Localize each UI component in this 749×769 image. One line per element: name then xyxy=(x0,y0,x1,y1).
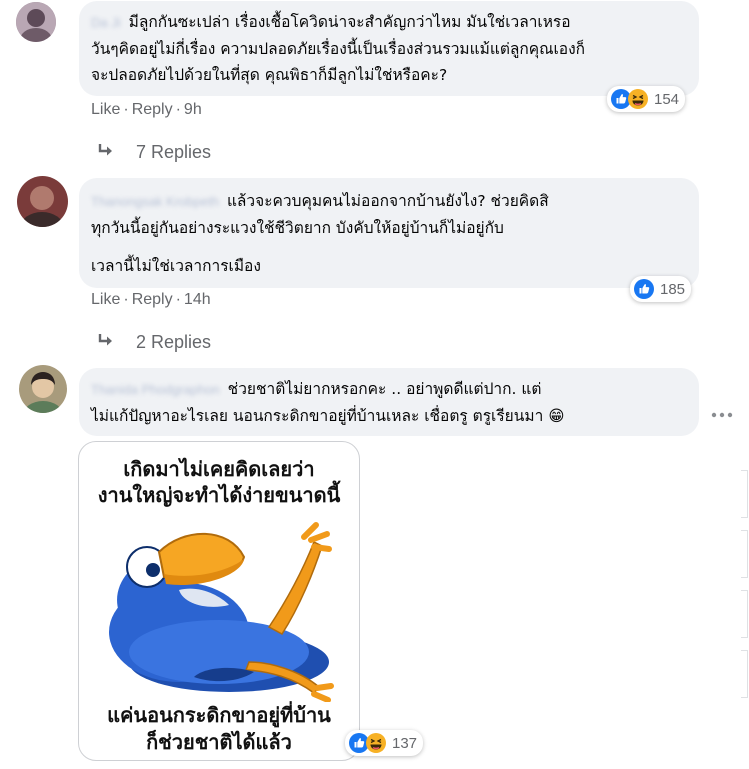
comment-text: เวลานี้ไม่ใช่เวลาการเมือง xyxy=(91,257,261,275)
comment-bubble: Thanongsak Krobpeth แล้วจะควบคุมคนไม่ออกจ… xyxy=(79,178,699,288)
haha-icon xyxy=(628,89,648,109)
grinning-emoji-icon: 😁 xyxy=(548,407,565,425)
reaction-summary[interactable]: 137 xyxy=(345,730,424,756)
reply-arrow-icon xyxy=(96,143,122,164)
like-button[interactable]: Like xyxy=(91,101,120,118)
meme-caption: แค่นอนกระดิกขาอยู่ที่บ้าน xyxy=(107,703,331,727)
like-button[interactable]: Like xyxy=(91,291,120,308)
reaction-count: 154 xyxy=(654,90,680,108)
author-name[interactable]: Thanongsak Krobpeth xyxy=(91,189,219,215)
attached-image[interactable]: เกิดมาไม่เคยคิดเลยว่า งานใหญ่จะทำได้ง่าย… xyxy=(78,441,360,761)
meme-caption: งานใหญ่จะทำได้ง่ายขนาดนี้ xyxy=(97,483,341,507)
replies-label: 2 Replies xyxy=(136,332,212,352)
like-icon xyxy=(634,279,654,299)
timestamp[interactable]: 9h xyxy=(184,101,202,118)
cartoon-bird-icon xyxy=(109,522,334,702)
author-name[interactable]: Thanida Phodgraphon xyxy=(91,377,220,403)
avatar[interactable] xyxy=(17,176,68,227)
right-edge-divider xyxy=(741,590,748,638)
avatar[interactable] xyxy=(16,2,56,42)
comment-bubble: Thanida Phodgraphon ช่วยชาติไม่ยากหรอกคะ … xyxy=(79,368,699,436)
comment-text: ช่วยชาติไม่ยากหรอกคะ .. อย่าพูดดีแต่ปาก.… xyxy=(227,380,542,398)
view-replies-button[interactable]: 2 Replies xyxy=(96,332,211,354)
reaction-count: 137 xyxy=(392,734,418,752)
meme-caption: เกิดมาไม่เคยคิดเลยว่า xyxy=(123,457,315,481)
reaction-summary[interactable]: 154 xyxy=(607,86,686,112)
comment-text: แล้วจะควบคุมคนไม่ออกจากบ้านยังไง? ช่วยคิ… xyxy=(226,192,549,210)
comment-text: จะปลอดภัยไปด้วยในที่สุด คุณพิธาก็มีลูกไม… xyxy=(91,66,448,84)
reply-button[interactable]: Reply xyxy=(132,101,173,118)
right-edge-divider xyxy=(741,650,748,698)
more-options-icon[interactable] xyxy=(711,403,735,422)
meme-caption: ก็ช่วยชาติได้แล้ว xyxy=(146,730,292,754)
reply-button[interactable]: Reply xyxy=(132,291,173,308)
replies-label: 7 Replies xyxy=(136,142,212,162)
right-edge-divider xyxy=(741,530,748,578)
haha-icon xyxy=(366,733,386,753)
timestamp[interactable]: 14h xyxy=(184,291,211,308)
comment-bubble: Da Ji มีลูกกันซะเปล่า เรื่องเชื้อโควิดน่า… xyxy=(79,1,699,96)
avatar[interactable] xyxy=(19,365,67,413)
view-replies-button[interactable]: 7 Replies xyxy=(96,142,211,164)
comment-actions: Like · Reply · 14h xyxy=(91,291,211,308)
comment-actions: Like · Reply · 9h xyxy=(91,101,202,118)
comment-text: ไม่แก้ปัญหาอะไรเลย นอนกระดิกขาอยู่ที่บ้า… xyxy=(91,407,544,425)
comment-text: ทุกวันนี้อยู่กันอย่างระแวงใช้ชีวิตยาก บั… xyxy=(91,219,504,237)
author-name[interactable]: Da Ji xyxy=(91,10,121,36)
right-edge-divider xyxy=(741,470,748,518)
reaction-summary[interactable]: 185 xyxy=(630,276,692,302)
comment-text: วันๆคิดอยู่ไม่กี่เรื่อง ความปลอดภัยเรื่อ… xyxy=(91,40,586,58)
reaction-count: 185 xyxy=(660,280,686,298)
comment-text: มีลูกกันซะเปล่า เรื่องเชื้อโควิดน่าจะสำค… xyxy=(128,13,571,31)
reply-arrow-icon xyxy=(96,333,122,354)
